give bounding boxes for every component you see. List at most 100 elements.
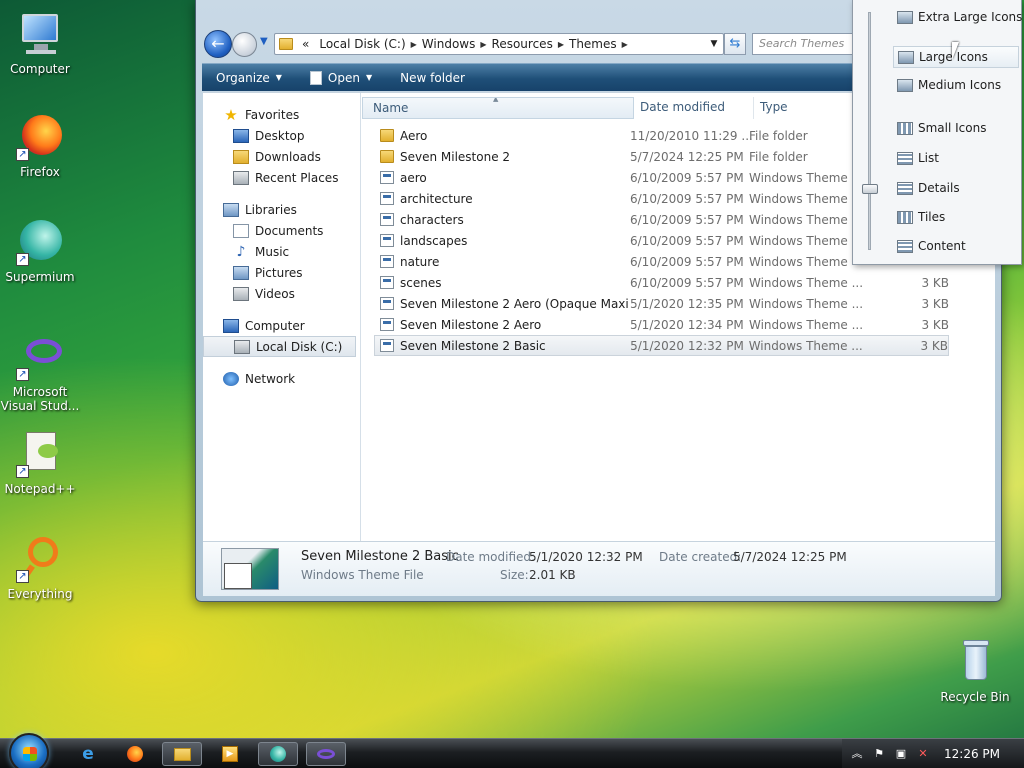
arrow-left-icon: ← (211, 34, 225, 53)
clock[interactable]: 12:26 PM (944, 747, 1000, 761)
desktop-icon-notepad-plus[interactable]: ↗ Notepad++ (0, 430, 80, 496)
open-button[interactable]: Open ▼ (296, 64, 386, 91)
nav-item-label: Documents (255, 223, 324, 238)
view-option-tiles[interactable]: Tiles (893, 206, 1019, 228)
show-hidden-icons-button[interactable]: ︽ (850, 747, 864, 761)
nav-item-label: Local Disk (C:) (256, 339, 343, 354)
document-icon (309, 70, 322, 85)
file-name: scenes (400, 275, 442, 290)
nav-item-videos[interactable]: Videos (203, 283, 360, 304)
desktop-icon-visual-studio[interactable]: ↗ Microsoft Visual Stud... (0, 333, 80, 413)
nav-item-favorites[interactable]: ★ Favorites (203, 104, 360, 125)
file-date-cell: 6/10/2009 5:57 PM (630, 233, 744, 248)
recent-pages-button[interactable]: ▼ (260, 36, 268, 47)
file-type-cell: Windows Theme (749, 170, 848, 185)
file-size-cell: 3 KB (921, 275, 949, 290)
taskbar: e ▶ ︽ ⚑ ▣ ✕ 12:26 PM (0, 733, 1024, 768)
network-icon[interactable]: ▣ (894, 747, 908, 761)
file-type-cell: Windows Theme (749, 233, 848, 248)
details-size-label: Size: (500, 568, 529, 582)
navigation-pane: ★ Favorites Desktop Downloads Recent Plac… (203, 93, 361, 541)
file-date-cell: 6/10/2009 5:57 PM (630, 170, 744, 185)
view-option-list[interactable]: List (893, 147, 1019, 169)
nav-item-downloads[interactable]: Downloads (203, 146, 360, 167)
breadcrumb-windows[interactable]: Windows (417, 37, 481, 51)
taskbar-media-player[interactable]: ▶ (210, 742, 250, 766)
view-size-slider-thumb[interactable] (862, 184, 878, 194)
nav-item-music[interactable]: ♪ Music (203, 241, 360, 262)
new-folder-button[interactable]: New folder (386, 64, 479, 91)
nav-item-network[interactable]: Network (203, 368, 360, 389)
breadcrumb-themes[interactable]: Themes (564, 37, 622, 51)
file-row[interactable]: Seven Milestone 2 Aero 5/1/2020 12:34 PM W… (362, 314, 995, 335)
volume-muted-icon[interactable]: ✕ (916, 747, 930, 761)
details-pane: Seven Milestone 2 Basic Windows Theme Fi… (203, 541, 995, 596)
nav-item-recent-places[interactable]: Recent Places (203, 167, 360, 188)
file-name: Seven Milestone 2 Aero (Opaque Maximi... (400, 296, 628, 311)
file-row[interactable]: Seven Milestone 2 Aero (Opaque Maximi...… (362, 293, 995, 314)
back-button[interactable]: ← (204, 30, 232, 58)
column-header-name[interactable]: ▲ Name (362, 97, 634, 119)
details-size: 2.01 KB (529, 568, 576, 582)
music-note-icon: ♪ (236, 243, 246, 260)
view-option-details[interactable]: Details (893, 177, 1019, 199)
nav-item-local-disk[interactable]: Local Disk (C:) (203, 336, 356, 357)
search-input[interactable]: Search Themes (752, 33, 862, 55)
nav-item-documents[interactable]: Documents (203, 220, 360, 241)
taskbar-explorer[interactable] (162, 742, 202, 766)
nav-item-libraries[interactable]: Libraries (203, 199, 360, 220)
action-center-flag-icon[interactable]: ⚑ (872, 747, 886, 761)
desktop-icon-label: Everything (7, 587, 73, 601)
file-name: landscapes (400, 233, 468, 248)
view-option-small-icons[interactable]: Small Icons (893, 117, 1019, 139)
mouse-cursor-icon (952, 42, 966, 60)
refresh-button[interactable]: ⇆ (724, 33, 746, 55)
start-button[interactable] (9, 733, 49, 768)
file-name: Aero (400, 128, 428, 143)
breadcrumb-resources[interactable]: Resources (487, 37, 558, 51)
file-date-cell: 11/20/2010 11:29 ... (630, 128, 753, 143)
forward-button[interactable] (232, 32, 257, 57)
column-header-date[interactable]: Date modified (634, 97, 754, 119)
desktop-icon-recycle-bin[interactable]: Recycle Bin (935, 638, 1015, 704)
desktop-icon-label: Notepad++ (4, 482, 76, 496)
shortcut-arrow-icon: ↗ (16, 368, 29, 381)
organize-button[interactable]: Organize ▼ (202, 64, 296, 91)
view-option-medium-icons[interactable]: Medium Icons (893, 74, 1019, 96)
nav-item-pictures[interactable]: Pictures (203, 262, 360, 283)
theme-file-icon (380, 255, 394, 268)
file-row[interactable]: scenes 6/10/2009 5:57 PM Windows Theme ...… (362, 272, 995, 293)
file-name-cell: Seven Milestone 2 Basic (375, 339, 628, 353)
open-label: Open (327, 70, 360, 85)
desktop-icon-firefox[interactable]: ↗ Firefox (0, 113, 80, 179)
taskbar-supermium[interactable] (258, 742, 298, 766)
firefox-icon: ↗ (16, 113, 64, 161)
nav-item-label: Desktop (255, 128, 305, 143)
view-option-extra-large-icons[interactable]: Extra Large Icons (893, 6, 1022, 28)
file-type-cell: Windows Theme ... (748, 338, 863, 353)
desktop-icon-computer[interactable]: Computer (0, 10, 80, 76)
desktop-icon-supermium[interactable]: ↗ Supermium (0, 218, 80, 284)
file-name: characters (400, 212, 464, 227)
desktop-icon-label: Microsoft Visual Stud... (0, 385, 80, 413)
recent-places-icon (233, 170, 249, 185)
view-option-content[interactable]: Content (893, 235, 1019, 257)
breadcrumb-separator-icon[interactable]: ▶ (622, 40, 628, 49)
nav-item-desktop[interactable]: Desktop (203, 125, 360, 146)
nav-item-computer[interactable]: Computer (203, 315, 360, 336)
explorer-folder-icon (173, 747, 191, 761)
view-size-slider-track[interactable] (868, 12, 871, 250)
breadcrumb-local-disk[interactable]: Local Disk (C:) (314, 37, 410, 51)
breadcrumb-overflow[interactable]: « (297, 37, 314, 51)
taskbar-visual-studio[interactable] (306, 742, 346, 766)
tiles-view-icon (897, 210, 913, 224)
file-row[interactable]: Seven Milestone 2 Basic 5/1/2020 12:32 PM… (374, 335, 949, 356)
taskbar-firefox[interactable] (115, 742, 155, 766)
address-dropdown-button[interactable]: ▼ (705, 39, 723, 49)
desktop-icon-everything[interactable]: ↗ Everything (0, 535, 80, 601)
shortcut-arrow-icon: ↗ (16, 253, 29, 266)
file-name-cell: landscapes (362, 234, 628, 248)
taskbar-internet-explorer[interactable]: e (68, 742, 108, 766)
address-bar[interactable]: « Local Disk (C:) ▶ Windows ▶ Resources … (274, 33, 724, 55)
file-name-cell: Seven Milestone 2 (362, 150, 628, 164)
